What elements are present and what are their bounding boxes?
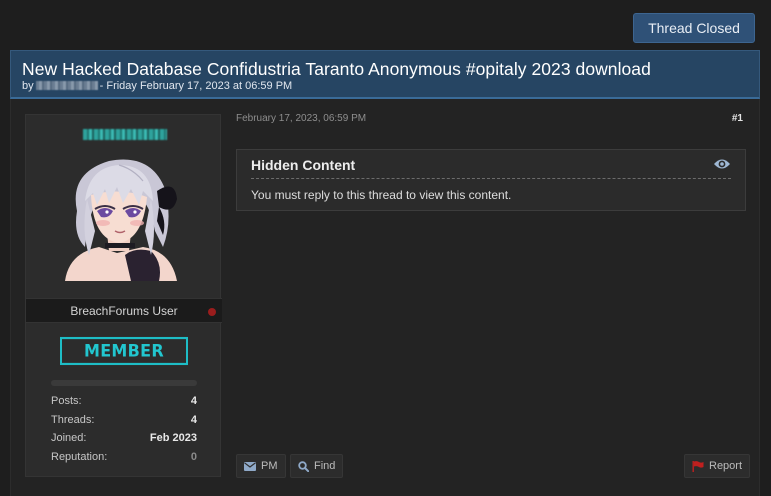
stat-joined: Joined: Feb 2023: [51, 432, 197, 451]
stat-threads: Threads: 4: [51, 414, 197, 433]
eye-icon: [714, 159, 730, 169]
stat-label: Reputation:: [51, 450, 108, 463]
report-button[interactable]: Report: [684, 454, 751, 478]
search-icon: [298, 460, 309, 472]
user-stats: Posts: 4 Threads: 4 Joined: Feb 2023 Rep…: [51, 395, 197, 469]
pm-button-label: PM: [261, 460, 278, 472]
thread-meta: by - Friday February 17, 2023 at 06:59 PM: [22, 80, 292, 92]
by-label: by: [22, 80, 34, 92]
usergroup-row: BreachForums User: [26, 298, 222, 323]
stat-label: Threads:: [51, 413, 95, 426]
hidden-content-box: Hidden Content You must reply to this th…: [236, 149, 746, 211]
thread-author-link[interactable]: [35, 81, 98, 90]
hidden-content-message: You must reply to this thread to view th…: [251, 188, 512, 202]
hidden-content-title: Hidden Content: [251, 157, 356, 173]
usergroup-label: BreachForums User: [70, 304, 178, 318]
stat-value[interactable]: 4: [191, 414, 197, 426]
thread-title: New Hacked Database Confidustria Taranto…: [22, 59, 651, 79]
member-badge: MEMBER: [60, 336, 188, 366]
stat-value[interactable]: 0: [191, 451, 197, 463]
find-button-label: Find: [314, 460, 336, 472]
thread-date: - Friday February 17, 2023 at 06:59 PM: [99, 80, 293, 92]
thread-closed-button[interactable]: Thread Closed: [633, 13, 755, 43]
post: BreachForums User MEMBER Posts: 4 Thread…: [10, 99, 760, 496]
post-number-link[interactable]: #1: [732, 113, 743, 124]
avatar[interactable]: [59, 151, 179, 281]
user-panel: BreachForums User MEMBER Posts: 4 Thread…: [25, 114, 222, 477]
envelope-icon: [244, 461, 256, 471]
top-toolbar: Thread Closed: [0, 0, 771, 50]
stat-posts: Posts: 4: [51, 395, 197, 414]
find-button[interactable]: Find: [290, 454, 344, 478]
post-date: February 17, 2023, 06:59 PM: [236, 113, 367, 124]
reputation-bar: [51, 380, 197, 386]
stat-value: Feb 2023: [149, 432, 197, 444]
stat-label: Joined:: [51, 432, 87, 444]
stat-label: Posts:: [51, 395, 82, 407]
offline-status-icon: [208, 308, 216, 316]
report-button-label: Report: [709, 460, 743, 472]
username-link[interactable]: [83, 129, 167, 140]
stat-value[interactable]: 4: [191, 395, 197, 407]
hidden-content-divider: [251, 178, 731, 179]
pm-button[interactable]: PM: [236, 454, 286, 478]
stat-reputation: Reputation: 0: [51, 451, 197, 470]
thread-header: New Hacked Database Confidustria Taranto…: [10, 50, 760, 99]
flag-icon: [692, 460, 704, 472]
